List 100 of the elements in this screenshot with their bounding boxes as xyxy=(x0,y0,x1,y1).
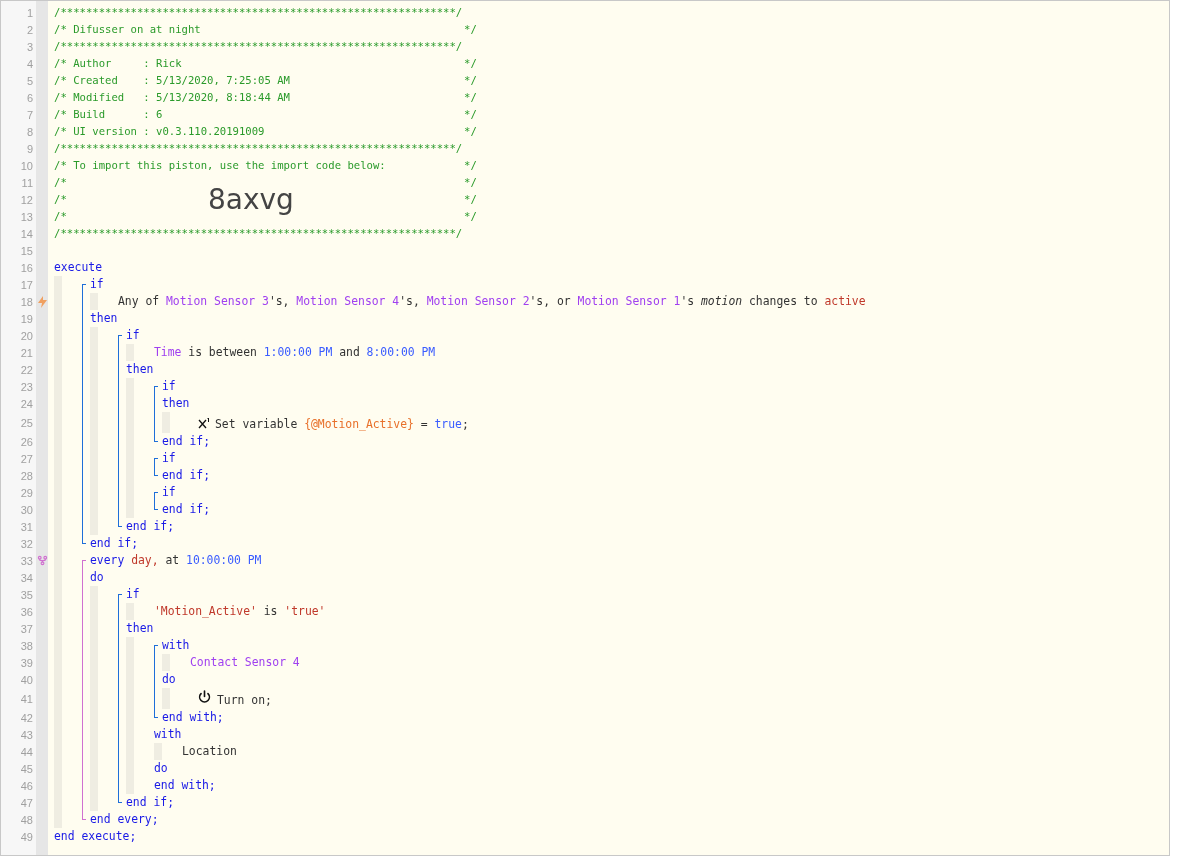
line-number: 2 xyxy=(26,22,33,37)
line-number: 29 xyxy=(20,485,33,500)
code-line: Any of Motion Sensor 3's, Motion Sensor 4's, Motion Sensor 2's, or Motion Sensor 1's motion changes to active xyxy=(118,293,866,310)
code-line: if xyxy=(162,484,176,501)
line-number: 26 xyxy=(20,434,33,449)
line-number: 42 xyxy=(20,710,33,725)
code-line: if xyxy=(90,276,104,293)
line-number: 15 xyxy=(20,243,33,258)
power-icon xyxy=(198,690,211,703)
comment-text: /* Created : 5/13/2020, 7:25:05 AM xyxy=(54,73,291,88)
comment-text: */ xyxy=(464,22,477,37)
comment-text: /* xyxy=(54,192,68,207)
code-line: with xyxy=(162,637,190,654)
code-line: end if; xyxy=(90,535,138,552)
line-number: 35 xyxy=(20,587,33,602)
line-number: 17 xyxy=(20,277,33,292)
comment-text: /* Difusser on at night xyxy=(54,22,202,37)
code-line: Location xyxy=(182,743,237,760)
line-number: 44 xyxy=(20,744,33,759)
code-line: end every; xyxy=(90,811,159,828)
code-line: Time is between 1:00:00 PM and 8:00:00 PM xyxy=(154,344,436,361)
line-number: 18 xyxy=(20,294,33,309)
line-number: 5 xyxy=(26,73,33,88)
comment-text: */ xyxy=(464,175,477,190)
line-number: 49 xyxy=(20,829,33,844)
code-line: every day, at 10:00:00 PM xyxy=(90,552,262,569)
line-number: 48 xyxy=(20,812,33,827)
line-number: 22 xyxy=(20,362,33,377)
code-line: then xyxy=(162,395,190,412)
code-line: end if; xyxy=(126,794,174,811)
code-line: end with; xyxy=(162,709,224,726)
comment-text: */ xyxy=(464,158,477,173)
code-line: 'Motion_Active' is 'true' xyxy=(154,603,326,620)
comment-text: */ xyxy=(464,56,477,71)
code-line: then xyxy=(126,620,154,637)
line-number: 45 xyxy=(20,761,33,776)
code-line: Set variable {@Motion_Active} = true; xyxy=(215,416,469,433)
line-number: 40 xyxy=(20,672,33,687)
line-number: 43 xyxy=(20,727,33,742)
variable-icon xyxy=(198,416,210,429)
line-number: 47 xyxy=(20,795,33,810)
line-number: 20 xyxy=(20,328,33,343)
comment-text: /* xyxy=(54,209,68,224)
code-line: end if; xyxy=(162,467,210,484)
code-line: then xyxy=(126,361,154,378)
line-number: 25 xyxy=(20,415,33,430)
comment-text: /**************************************************************/ xyxy=(54,141,463,156)
code-line: execute xyxy=(54,259,102,276)
code-line: end if; xyxy=(162,433,210,450)
fork-icon xyxy=(36,555,48,566)
line-number: 12 xyxy=(20,192,33,207)
line-number: 33 xyxy=(20,553,33,568)
line-number: 31 xyxy=(20,519,33,534)
line-number: 24 xyxy=(20,396,33,411)
line-number: 32 xyxy=(20,536,33,551)
line-number: 8 xyxy=(26,124,33,139)
line-number: 16 xyxy=(20,260,33,275)
code-line: Turn on; xyxy=(217,692,272,709)
code-line: end if; xyxy=(126,518,174,535)
line-number: 39 xyxy=(20,655,33,670)
line-number: 46 xyxy=(20,778,33,793)
comment-text: */ xyxy=(464,124,477,139)
code-line: end if; xyxy=(162,501,210,518)
line-number: 10 xyxy=(20,158,33,173)
line-number: 34 xyxy=(20,570,33,585)
code-line: if xyxy=(126,327,140,344)
line-number: 9 xyxy=(26,141,33,156)
line-number: 6 xyxy=(26,90,33,105)
comment-text: */ xyxy=(464,192,477,207)
line-number: 21 xyxy=(20,345,33,360)
line-number: 37 xyxy=(20,621,33,636)
line-number: 4 xyxy=(26,56,33,71)
comment-text: */ xyxy=(464,73,477,88)
line-number: 36 xyxy=(20,604,33,619)
code-line: with xyxy=(154,726,182,743)
import-code: 8axvg xyxy=(208,184,295,215)
comment-text: /**************************************************************/ xyxy=(54,226,463,241)
line-number: 38 xyxy=(20,638,33,653)
comment-text: /* UI version : v0.3.110.20191009 xyxy=(54,124,266,139)
line-number: 30 xyxy=(20,502,33,517)
comment-text: */ xyxy=(464,90,477,105)
comment-text: /* xyxy=(54,175,68,190)
comment-text: /* Author : Rick xyxy=(54,56,183,71)
comment-text: */ xyxy=(464,209,477,224)
line-number: 19 xyxy=(20,311,33,326)
line-number: 1 xyxy=(26,5,33,20)
code-line: end execute; xyxy=(54,828,137,845)
comment-text: /**************************************************************/ xyxy=(54,5,463,20)
line-number: 28 xyxy=(20,468,33,483)
code-line: do xyxy=(90,569,104,586)
line-number: 27 xyxy=(20,451,33,466)
line-number: 3 xyxy=(26,39,33,54)
code-line: end with; xyxy=(154,777,216,794)
line-number: 41 xyxy=(20,691,33,706)
code-line: if xyxy=(126,586,140,603)
line-number: 11 xyxy=(21,175,33,190)
comment-text: /* To import this piston, use the import code below: xyxy=(54,158,387,173)
comment-text: /* Modified : 5/13/2020, 8:18:44 AM xyxy=(54,90,291,105)
code-line: if xyxy=(162,450,176,467)
code-line: then xyxy=(90,310,118,327)
